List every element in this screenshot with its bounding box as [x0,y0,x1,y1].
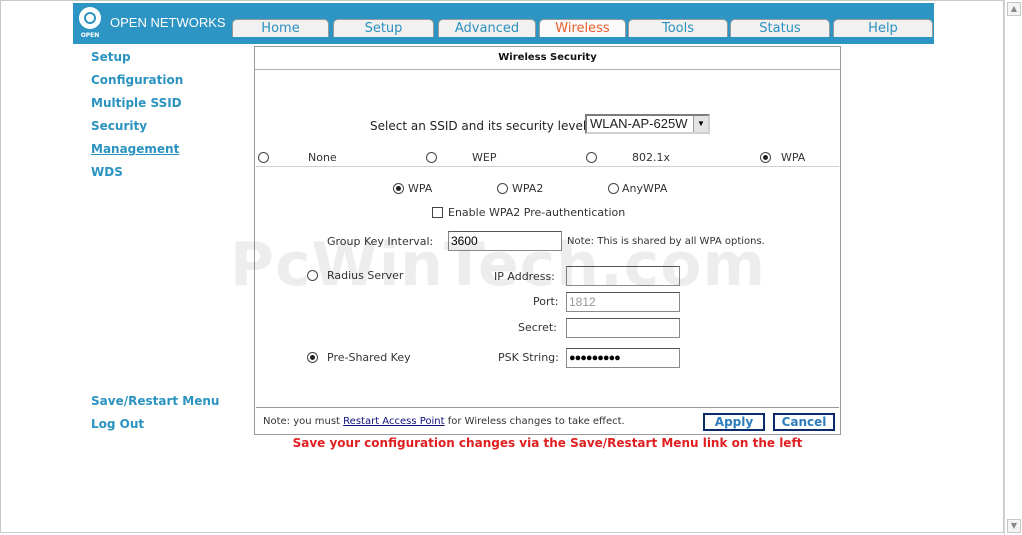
sidebar-item-setup[interactable]: Setup [91,50,131,64]
tab-status[interactable]: Status [730,19,830,37]
sidebar-item-log-out[interactable]: Log Out [91,417,144,431]
sidebar-item-save-restart[interactable]: Save/Restart Menu [91,394,219,408]
mode-wpa-radio[interactable] [393,183,404,194]
level-wep-radio[interactable] [426,152,437,163]
preauth-checkbox[interactable] [432,207,443,218]
top-tab-bar: Home Setup Advanced Wireless Tools Statu… [230,3,934,44]
tab-setup[interactable]: Setup [333,19,434,37]
apply-button[interactable]: Apply [703,413,765,431]
panel-title: Wireless Security [255,47,840,70]
restart-access-point-link[interactable]: Restart Access Point [343,416,444,427]
footer-divider [256,407,839,408]
restart-note-suffix: for Wireless changes to take effect. [444,416,625,427]
ssid-select[interactable]: WLAN-AP-625W ▼ [585,114,710,134]
brand-name: OPEN NETWORKS [110,15,226,30]
restart-note: Note: you must Restart Access Point for … [263,416,625,427]
wireless-security-panel: Wireless Security Select an SSID and its… [254,46,841,435]
level-none-radio[interactable] [258,152,269,163]
mode-anywpa-label: AnyWPA [622,182,668,195]
mode-anywpa-radio[interactable] [608,183,619,194]
group-key-label: Group Key Interval: [327,235,434,248]
port-label: Port: [533,295,559,308]
ip-address-input[interactable] [566,266,680,286]
tab-wireless[interactable]: Wireless [539,19,626,37]
sidebar-item-security[interactable]: Security [91,119,147,133]
radius-server-radio[interactable] [307,270,318,281]
secret-label: Secret: [518,321,557,334]
chevron-down-icon[interactable]: ▼ [693,116,708,132]
cancel-button[interactable]: Cancel [773,413,835,431]
restart-note-prefix: Note: you must [263,416,344,427]
group-key-note: Note: This is shared by all WPA options. [567,236,765,247]
brand-logo: OPEN OPEN NETWORKS [73,3,230,44]
scroll-down-arrow-icon[interactable]: ▼ [1007,519,1021,533]
mode-wpa-label: WPA [408,182,433,195]
ssid-select-value: WLAN-AP-625W [590,116,688,131]
logo-ring-icon [79,7,101,29]
port-input[interactable]: 1812 [566,292,680,312]
vertical-scrollbar[interactable]: ▲ ▼ [1004,0,1022,535]
save-warning: Save your configuration changes via the … [292,436,803,450]
psk-string-input[interactable]: ●●●●●●●●● [566,348,680,368]
mode-wpa2-radio[interactable] [497,183,508,194]
sidebar-item-wds[interactable]: WDS [91,165,123,179]
sidebar-item-management[interactable]: Management [91,142,179,156]
level-wpa-label: WPA [781,151,806,164]
psk-string-label: PSK String: [498,351,559,364]
level-wep-label: WEP [472,151,497,164]
ip-address-label: IP Address: [494,270,555,283]
ssid-select-label: Select an SSID and its security level: [370,119,591,133]
level-8021x-label: 802.1x [632,151,671,164]
mode-wpa2-label: WPA2 [512,182,544,195]
psk-label: Pre-Shared Key [327,351,411,364]
tab-advanced[interactable]: Advanced [438,19,536,37]
scroll-up-arrow-icon[interactable]: ▲ [1007,2,1021,16]
radius-server-label: Radius Server [327,269,404,282]
group-key-input[interactable]: 3600 [448,231,562,251]
tab-home[interactable]: Home [232,19,329,37]
logo-sub-text: OPEN [80,32,100,39]
sidebar-item-multiple-ssid[interactable]: Multiple SSID [91,96,182,110]
tab-help[interactable]: Help [833,19,933,37]
level-8021x-radio[interactable] [586,152,597,163]
section-divider [256,166,839,167]
secret-input[interactable] [566,318,680,338]
level-none-label: None [308,151,337,164]
level-wpa-radio[interactable] [760,152,771,163]
sidebar-item-configuration[interactable]: Configuration [91,73,183,87]
psk-radio[interactable] [307,352,318,363]
tab-tools[interactable]: Tools [628,19,728,37]
preauth-label: Enable WPA2 Pre-authentication [448,206,626,219]
